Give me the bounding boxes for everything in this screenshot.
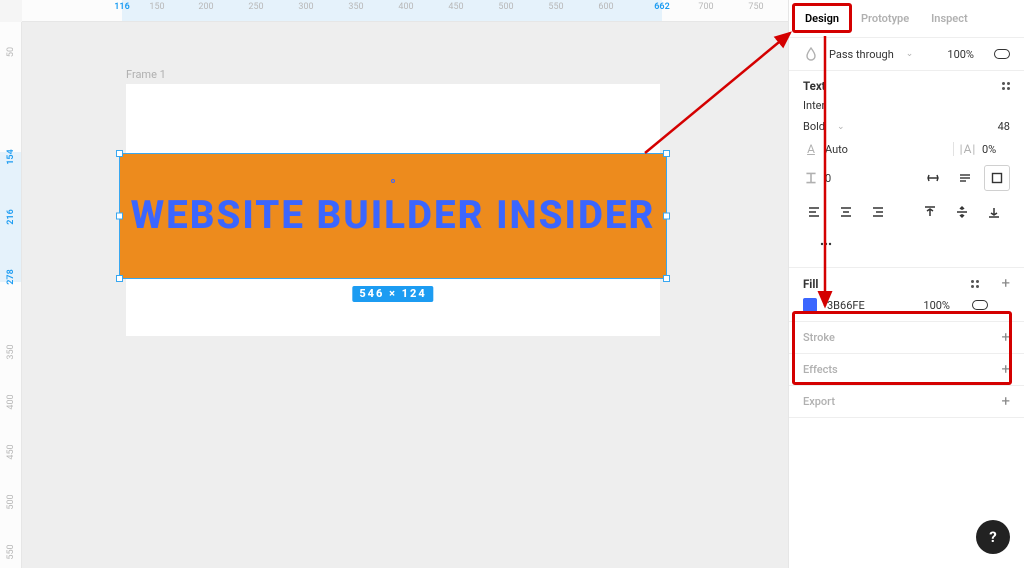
help-icon: ? <box>989 528 996 546</box>
ruler-tick: 300 <box>298 2 313 12</box>
line-letter-row: A |A| <box>789 137 1024 161</box>
auto-height-button[interactable] <box>952 165 978 191</box>
add-export-button[interactable]: + <box>1001 394 1010 409</box>
more-type-options-button[interactable] <box>813 231 839 257</box>
fixed-size-button[interactable] <box>984 165 1010 191</box>
align-left-button[interactable] <box>801 199 827 225</box>
ruler-tick-sel: 278 <box>6 269 16 284</box>
ruler-tick: 500 <box>6 494 16 509</box>
font-family-row[interactable]: Inter <box>789 95 1024 116</box>
export-section[interactable]: Export + <box>789 386 1024 418</box>
add-effect-button[interactable]: + <box>1001 362 1010 377</box>
fill-hex[interactable]: 3B66FE <box>827 299 865 312</box>
ruler-tick: 350 <box>348 2 363 12</box>
fill-title: Fill <box>803 277 818 291</box>
panel-tabs: Design Prototype Inspect <box>789 0 1024 38</box>
blend-icon[interactable] <box>803 46 819 62</box>
styles-icon[interactable] <box>971 280 979 288</box>
font-weight-size-row: Bold ⌄ <box>789 116 1024 137</box>
paragraph-row <box>789 161 1024 195</box>
align-top-button[interactable] <box>917 199 943 225</box>
frame[interactable]: WEBSITE BUILDER INSIDER 546 × 124 <box>126 84 660 336</box>
ruler-tick: 350 <box>6 344 16 359</box>
ruler-left[interactable]: 50 154 216 278 350 400 450 500 550 <box>0 22 22 568</box>
tab-design[interactable]: Design <box>797 6 847 31</box>
resize-handle[interactable] <box>116 275 123 282</box>
align-center-button[interactable] <box>833 199 859 225</box>
paragraph-spacing-icon <box>803 170 819 186</box>
resize-handle[interactable] <box>663 275 670 282</box>
canvas[interactable]: Frame 1 WEBSITE BUILDER INSIDER 546 × 12… <box>22 22 788 568</box>
styles-icon[interactable] <box>1002 82 1010 90</box>
line-height[interactable] <box>825 143 869 156</box>
effects-title: Effects <box>803 363 838 376</box>
text-align-toolbar <box>789 195 1024 268</box>
stroke-title: Stroke <box>803 331 835 344</box>
ruler-tick: 50 <box>6 47 16 57</box>
fill-row: 3B66FE 100% <box>789 293 1024 322</box>
ruler-top-sel-start: 116 <box>114 2 129 12</box>
letter-spacing[interactable] <box>982 143 1010 156</box>
fill-section-header: Fill + <box>789 268 1024 293</box>
blend-mode[interactable]: Pass through <box>829 48 894 61</box>
tab-prototype[interactable]: Prototype <box>853 6 917 31</box>
ruler-tick: 550 <box>548 2 563 12</box>
line-height-icon: A <box>803 141 819 157</box>
right-panel: Design Prototype Inspect Pass through ⌄ … <box>788 0 1024 568</box>
align-bottom-button[interactable] <box>981 199 1007 225</box>
frame-label[interactable]: Frame 1 <box>126 68 166 81</box>
transform-origin-icon <box>391 179 395 183</box>
resize-handle[interactable] <box>663 150 670 157</box>
text-layer[interactable]: WEBSITE BUILDER INSIDER 546 × 124 <box>120 154 666 278</box>
font-weight[interactable]: Bold <box>803 120 825 133</box>
ruler-tick: 550 <box>6 544 16 559</box>
ruler-top[interactable]: 116 150 200 250 300 350 400 450 500 550 … <box>22 0 788 22</box>
resize-handle[interactable] <box>116 213 123 220</box>
ruler-tick-sel: 154 <box>6 149 16 164</box>
tab-inspect[interactable]: Inspect <box>923 6 976 31</box>
ruler-tick: 700 <box>698 2 713 12</box>
text-layer-content: WEBSITE BUILDER INSIDER <box>131 195 656 237</box>
export-title: Export <box>803 395 835 408</box>
paragraph-spacing[interactable] <box>825 172 853 185</box>
align-middle-button[interactable] <box>949 199 975 225</box>
fill-opacity[interactable]: 100% <box>923 299 950 312</box>
help-button[interactable]: ? <box>976 520 1010 554</box>
ruler-tick: 400 <box>398 2 413 12</box>
blend-row: Pass through ⌄ 100% <box>789 38 1024 71</box>
auto-width-button[interactable] <box>920 165 946 191</box>
letter-spacing-icon: |A| <box>960 141 976 157</box>
fill-swatch[interactable] <box>803 298 817 312</box>
ruler-tick: 600 <box>598 2 613 12</box>
ruler-tick: 450 <box>448 2 463 12</box>
dimensions-badge: 546 × 124 <box>352 286 433 302</box>
stroke-section[interactable]: Stroke + <box>789 322 1024 354</box>
text-section-header: Text <box>789 71 1024 95</box>
font-size[interactable] <box>980 120 1010 133</box>
layer-opacity[interactable]: 100% <box>947 48 974 61</box>
ruler-top-sel-end: 662 <box>654 2 669 12</box>
resize-handle[interactable] <box>663 213 670 220</box>
visibility-icon[interactable] <box>972 297 988 313</box>
resize-handle[interactable] <box>116 150 123 157</box>
add-stroke-button[interactable]: + <box>1001 330 1010 345</box>
ruler-tick: 500 <box>498 2 513 12</box>
ruler-tick: 450 <box>6 444 16 459</box>
ruler-tick: 750 <box>748 2 763 12</box>
visibility-icon[interactable] <box>994 46 1010 62</box>
add-fill-button[interactable]: + <box>1001 276 1010 291</box>
ruler-tick: 200 <box>198 2 213 12</box>
ruler-tick: 250 <box>248 2 263 12</box>
chevron-down-icon[interactable]: ⌄ <box>906 49 914 59</box>
separator <box>953 142 954 156</box>
chevron-down-icon[interactable]: ⌄ <box>837 122 845 132</box>
font-family[interactable]: Inter <box>803 99 825 112</box>
align-right-button[interactable] <box>865 199 891 225</box>
effects-section[interactable]: Effects + <box>789 354 1024 386</box>
ruler-tick-sel: 216 <box>6 209 16 224</box>
ruler-tick: 400 <box>6 394 16 409</box>
text-title: Text <box>803 79 826 93</box>
ruler-tick: 150 <box>149 2 164 12</box>
